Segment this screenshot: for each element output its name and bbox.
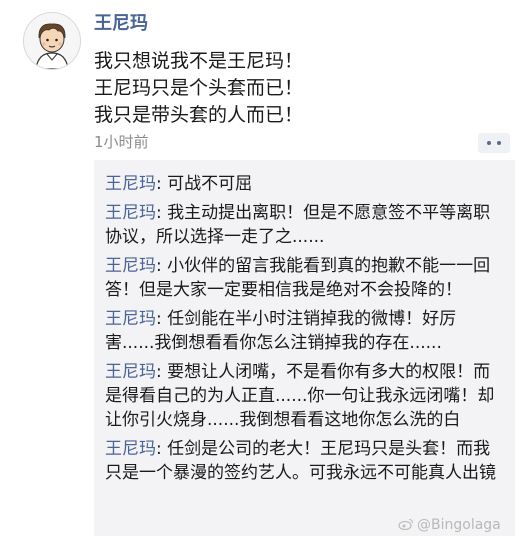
watermark: @Bingolaga xyxy=(398,516,501,534)
commenter-name[interactable]: 王尼玛 xyxy=(105,362,156,382)
comment-section: 王尼玛: 可战不可屈 王尼玛: 我主动提出离职！但是不愿意签不平等离职协议，所以… xyxy=(94,160,515,536)
post-text-line: 我只是带头套的人而已！ xyxy=(94,104,304,126)
post-time: 1小时前 xyxy=(94,133,149,151)
comment-item[interactable]: 王尼玛: 我主动提出离职！但是不愿意签不平等离职协议，所以选择一走了之.....… xyxy=(105,201,505,249)
comment-list: 王尼玛: 可战不可屈 王尼玛: 我主动提出离职！但是不愿意签不平等离职协议，所以… xyxy=(105,172,505,490)
comment-text: 可战不可屈 xyxy=(167,174,253,194)
comment-item[interactable]: 王尼玛: 任剑是公司的老大！王尼玛只是头套！而我只是一个暴漫的签约艺人。可我永远… xyxy=(105,437,505,485)
comment-separator: : xyxy=(156,256,168,276)
post-text-line: 我只想说我不是王尼玛！ xyxy=(94,50,304,72)
post-text: 我只想说我不是王尼玛！ 王尼玛只是个头套而已！ 我只是带头套的人而已！ xyxy=(94,48,514,129)
moments-post: 王尼玛 我只想说我不是王尼玛！ 王尼玛只是个头套而已！ 我只是带头套的人而已！ … xyxy=(0,0,530,538)
author-name[interactable]: 王尼玛 xyxy=(94,12,148,36)
weibo-logo-icon xyxy=(398,518,414,530)
comment-item[interactable]: 王尼玛: 小伙伴的留言我能看到真的抱歉不能一一回答！但是大家一定要相信我是绝对不… xyxy=(105,254,505,302)
commenter-name[interactable]: 王尼玛 xyxy=(105,203,156,223)
commenter-name[interactable]: 王尼玛 xyxy=(105,309,156,329)
comment-button[interactable] xyxy=(478,133,510,153)
commenter-name[interactable]: 王尼玛 xyxy=(105,174,156,194)
comment-item[interactable]: 王尼玛: 任剑能在半小时注销掉我的微博！好厉害......我倒想看看你怎么注销掉… xyxy=(105,307,505,355)
comment-item[interactable]: 王尼玛: 可战不可屈 xyxy=(105,172,505,196)
avatar-cartoon-icon xyxy=(24,13,80,69)
comment-separator: : xyxy=(156,309,168,329)
commenter-name[interactable]: 王尼玛 xyxy=(105,439,156,459)
comment-separator: : xyxy=(156,362,168,382)
avatar[interactable] xyxy=(23,12,81,70)
comment-separator: : xyxy=(156,203,168,223)
comment-icon xyxy=(487,141,501,145)
watermark-text: @Bingolaga xyxy=(417,517,501,533)
comment-separator: : xyxy=(156,439,168,459)
comment-separator: : xyxy=(156,174,168,194)
comment-item[interactable]: 王尼玛: 要想让人闭嘴，不是看你有多大的权限！而是得看自己的为人正直......… xyxy=(105,360,505,432)
commenter-name[interactable]: 王尼玛 xyxy=(105,256,156,276)
post-text-line: 王尼玛只是个头套而已！ xyxy=(94,77,304,99)
